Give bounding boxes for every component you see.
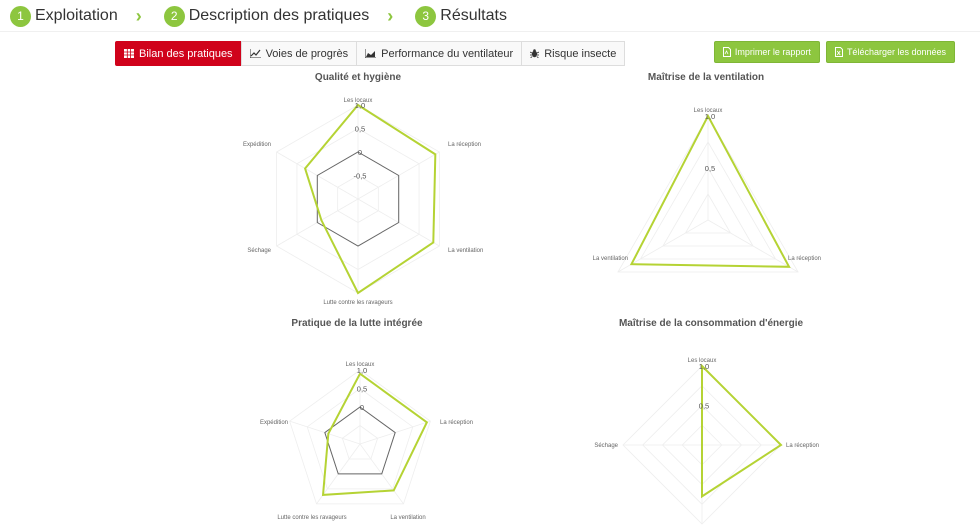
tick-label: 0,5: [355, 125, 365, 134]
radar-chart-consommation-energie: 1,00,5Les locauxLa réceptionSéchage: [594, 358, 819, 525]
axis-label: Séchage: [594, 443, 618, 449]
axis-label: La ventilation: [390, 515, 425, 521]
radar-chart-maitrise-ventilation: 1,00,5Les locauxLa réceptionLa ventilati…: [593, 108, 821, 273]
tab-label: Performance du ventilateur: [381, 47, 514, 60]
step-label: Exploitation: [35, 7, 118, 24]
chevron-right-icon: ›: [387, 5, 394, 26]
tick-label: 0,5: [357, 385, 367, 394]
button-label: Télécharger les données: [846, 47, 946, 57]
tick-label: 0: [358, 148, 362, 157]
report-actions: Imprimer le rapport Télécharger les donn…: [708, 41, 955, 63]
step-description-pratiques[interactable]: 2 Description des pratiques: [163, 5, 370, 27]
line-chart-icon: [249, 49, 261, 58]
tab-bilan-des-pratiques[interactable]: Bilan des pratiques: [115, 41, 242, 66]
radar-chart-qualite-hygiene: 1,00,50-0,5Les locauxLa réceptionLa vent…: [243, 98, 483, 306]
chevron-right-icon: ›: [135, 5, 142, 26]
tab-performance-ventilateur[interactable]: Performance du ventilateur: [356, 41, 523, 66]
series-polygon: [303, 103, 437, 295]
results-tabs: Bilan des pratiques Voies de progrès Per…: [115, 41, 626, 66]
axis-label: La ventilation: [593, 256, 628, 262]
axis-label: Lutte contre les ravageurs: [323, 300, 392, 306]
download-data-button[interactable]: Télécharger les données: [825, 41, 955, 63]
file-excel-icon: [834, 47, 843, 57]
axis-label: La réception: [788, 256, 821, 262]
series-polygon: [701, 363, 783, 499]
step-resultats[interactable]: 3 Résultats: [415, 5, 507, 27]
axis-label: Les locaux: [694, 108, 723, 114]
axis-label: La réception: [440, 420, 473, 426]
tab-label: Voies de progrès: [265, 47, 349, 60]
axis-label: La réception: [786, 443, 819, 449]
step-number: 2: [163, 5, 185, 27]
tab-label: Risque insecte: [544, 47, 617, 60]
chart-title-consommation-energie: Maîtrise de la consommation d'énergie: [618, 318, 804, 329]
step-label: Résultats: [440, 7, 507, 24]
tab-voies-de-progres[interactable]: Voies de progrès: [240, 41, 358, 66]
axis-label: Les locaux: [344, 98, 373, 104]
tab-risque-insecte[interactable]: Risque insecte: [521, 41, 626, 66]
axis-label: Lutte contre les ravageurs: [277, 515, 346, 521]
chart-title-maitrise-ventilation: Maîtrise de la ventilation: [647, 72, 765, 83]
axis-label: La ventilation: [448, 248, 483, 254]
step-label: Description des pratiques: [188, 7, 370, 24]
step-number: 1: [10, 5, 31, 27]
chart-title-lutte-integree: Pratique de la lutte intégrée: [291, 318, 423, 329]
axis-label: Expédition: [260, 420, 288, 426]
axis-label: Les locaux: [688, 358, 717, 364]
series-polygon: [629, 113, 791, 268]
series-polygon: [321, 372, 429, 496]
axis-label: La réception: [448, 142, 481, 148]
print-report-button[interactable]: Imprimer le rapport: [713, 41, 820, 63]
divider: [0, 31, 980, 32]
button-label: Imprimer le rapport: [734, 47, 811, 57]
axis-label: Séchage: [247, 248, 271, 254]
wizard-stepper: 1 Exploitation › 2 Description des prati…: [10, 4, 507, 28]
axis-label: Expédition: [243, 142, 271, 148]
file-pdf-icon: [722, 47, 731, 57]
tab-label: Bilan des pratiques: [139, 47, 233, 60]
tick-label: 0,5: [699, 402, 709, 411]
tick-label: 0,5: [705, 164, 715, 173]
radar-chart-lutte-integree: 1,00,50Les locauxLa réceptionLa ventilat…: [260, 362, 473, 521]
bug-icon: [530, 49, 540, 58]
tick-label: 0: [360, 403, 364, 412]
chart-title-qualite-hygiene: Qualité et hygiène: [314, 72, 402, 83]
step-number: 3: [415, 5, 437, 27]
axis-label: Les locaux: [346, 362, 375, 368]
area-chart-icon: [365, 49, 377, 58]
step-exploitation[interactable]: 1 Exploitation: [10, 5, 118, 27]
table-icon: [124, 49, 134, 58]
tick-label: -0,5: [354, 172, 367, 181]
